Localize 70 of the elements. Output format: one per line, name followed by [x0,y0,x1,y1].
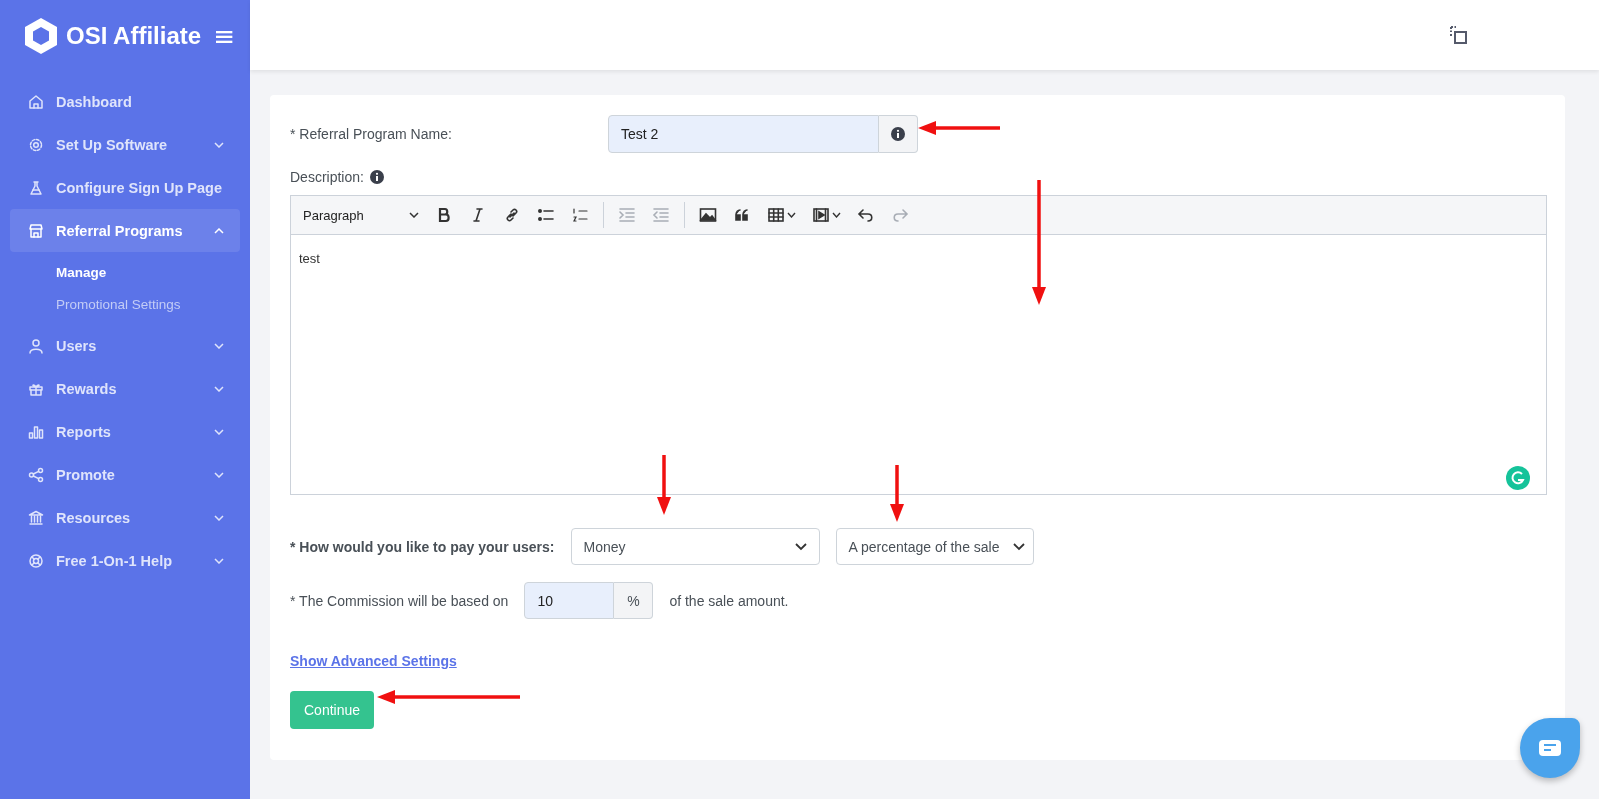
store-icon [28,222,44,239]
bullets-icon [537,207,555,223]
payment-method-dropdown[interactable]: Money [570,528,820,565]
editor-text[interactable]: test [299,251,1538,266]
paragraph-dropdown[interactable]: Paragraph [297,207,425,223]
redo-icon [891,207,909,223]
field-label: Description: [290,169,364,185]
lifebuoy-icon [28,552,44,569]
fullscreen-icon[interactable] [1449,25,1469,45]
sidebar-item[interactable]: Promote [10,453,240,496]
annotation-arrow [890,465,904,522]
chevron-down-icon [214,428,224,435]
gear-icon [28,136,44,153]
menu-button[interactable]: ≡ [213,21,235,51]
image-icon [699,207,717,223]
sidebar-item[interactable]: Referral Programs [10,209,240,252]
sidebar-item[interactable]: Users [10,324,240,367]
quote-icon [733,207,751,223]
home-icon [28,93,44,110]
outdent-icon [652,207,670,223]
percent-addon: % [614,582,654,619]
grammar-check-icon[interactable] [1506,466,1530,490]
program-name-field[interactable]: Test 2 [608,115,879,153]
sidebar-item[interactable]: Rewards [10,367,240,410]
sidebar-item[interactable]: Free 1-On-1 Help [10,539,240,582]
undo-icon [857,207,875,223]
caret-icon [794,542,807,551]
caret-icon [1012,542,1025,551]
chat-icon [1539,740,1561,756]
media-icon [812,207,830,223]
chevron-down-icon [214,141,224,148]
numbers-icon [571,207,589,223]
chat-button[interactable] [1520,718,1580,778]
annotation-arrow [657,455,671,515]
sidebar-item[interactable]: Reports [10,410,240,453]
sidebar-item[interactable]: Resources [10,496,240,539]
field-label: * How would you like to pay your users: [290,538,555,555]
sidebar-item[interactable]: Configure Sign Up Page [10,166,240,209]
chevron-down-icon [214,557,224,564]
payment-type-dropdown[interactable]: A percentage of the sale [835,528,1034,565]
sidebar-item[interactable]: Dashboard [10,80,240,123]
share-icon [28,466,44,483]
chevron-down-icon [214,342,224,349]
chevron-down-icon [214,385,224,392]
table-icon [767,207,785,223]
bars-icon [28,423,44,440]
advanced-settings-link[interactable]: Show Advanced Settings [290,653,457,669]
info-icon [369,170,384,184]
chevron-down-icon [214,471,224,478]
submenu-item[interactable]: Promotional Settings [56,288,240,320]
bank-icon [28,509,44,526]
field-suffix: of the sale amount. [669,592,789,609]
caret-icon [787,212,796,218]
link-icon [503,207,521,223]
brand-name: OSI Affiliate [66,22,202,50]
chevron-up-icon [214,227,224,234]
commission-field[interactable]: 10 [524,582,615,619]
field-label: * The Commission will be based on [290,592,509,609]
user-icon [28,337,44,354]
caret-icon [409,212,419,218]
sidebar-item[interactable]: Set Up Software [10,123,240,166]
hexagon-logo-icon [24,17,58,55]
submenu-item[interactable]: Manage [56,256,240,288]
chevron-down-icon [214,514,224,521]
indent-icon [618,207,636,223]
field-label: * Referral Program Name: [290,126,453,142]
flask-icon [28,179,44,196]
caret-icon [832,212,841,218]
info-icon [891,127,905,141]
continue-button[interactable]: Continue [290,691,375,729]
